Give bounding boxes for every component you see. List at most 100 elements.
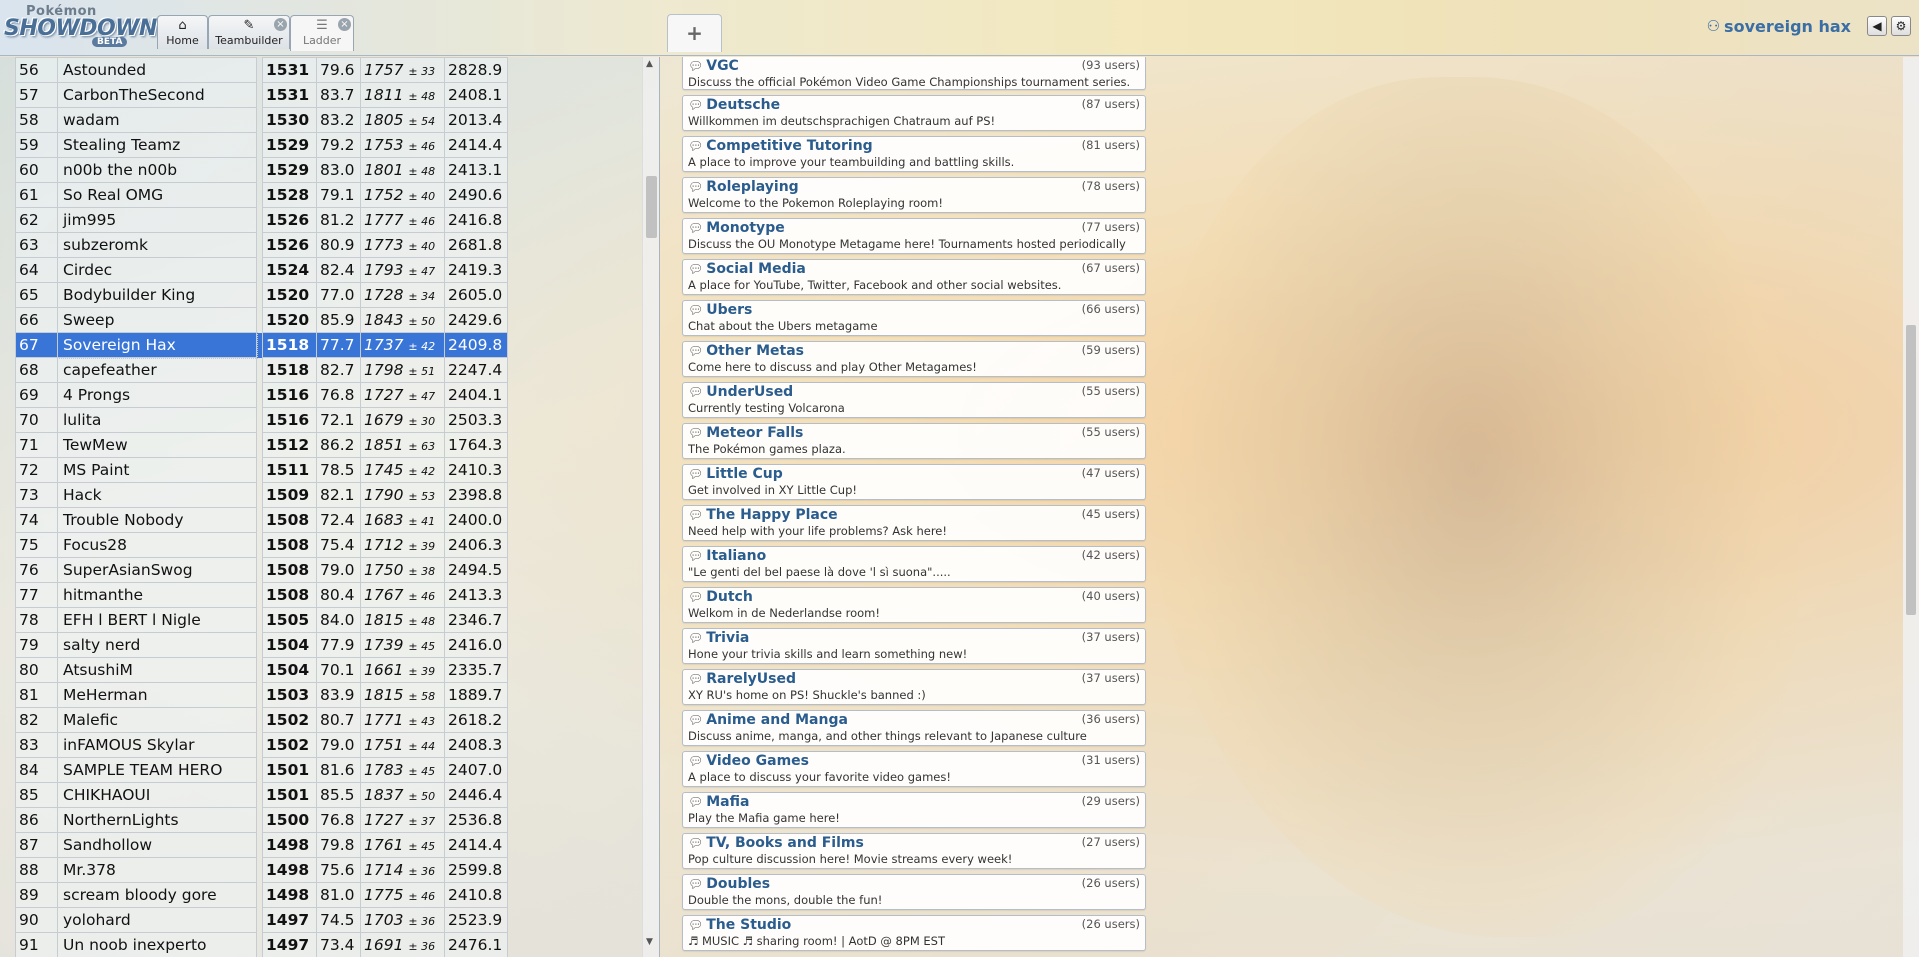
scrollbar-thumb[interactable]: [1906, 325, 1916, 615]
ladder-row[interactable]: 80 AtsushiM 1504 70.1 1661 ± 39 2335.7: [15, 657, 508, 683]
room-name[interactable]: 💬︎ Ubers: [688, 302, 1140, 319]
scrollbar-thumb[interactable]: [646, 176, 657, 238]
ladder-player-name[interactable]: 4 Prongs: [57, 382, 257, 408]
ladder-player-name[interactable]: capefeather: [57, 357, 257, 383]
ladder-player-name[interactable]: jim995: [57, 207, 257, 233]
room-name[interactable]: 💬︎ Other Metas: [688, 343, 1140, 360]
ladder-player-name[interactable]: Astounded: [57, 57, 257, 83]
room-entry[interactable]: 💬︎ Meteor Falls (55 users) The Pokémon game…: [682, 423, 1146, 459]
sound-icon[interactable]: ◀: [1867, 16, 1887, 36]
room-name[interactable]: 💬︎ Dutch: [688, 589, 1140, 606]
room-name[interactable]: 💬︎ Meteor Falls: [688, 425, 1140, 442]
room-entry[interactable]: 💬︎ Dutch (40 users) Welkom in de Nederlands…: [682, 587, 1146, 623]
room-name[interactable]: 💬︎ Video Games: [688, 753, 1140, 770]
ladder-player-name[interactable]: yolohard: [57, 907, 257, 933]
tab-teambuilder[interactable]: ✎ Teambuilder ×: [208, 15, 290, 49]
room-name[interactable]: 💬︎ Little Cup: [688, 466, 1140, 483]
room-name[interactable]: 💬︎ The Studio: [688, 917, 1140, 934]
ladder-player-name[interactable]: hitmanthe: [57, 582, 257, 608]
ladder-row[interactable]: 90 yolohard 1497 74.5 1703 ± 36 2523.9: [15, 907, 508, 933]
ladder-player-name[interactable]: MeHerman: [57, 682, 257, 708]
ladder-row[interactable]: 72 MS Paint 1511 78.5 1745 ± 42 2410.3: [15, 457, 508, 483]
room-entry[interactable]: 💬︎ Anime and Manga (36 users) Discuss anime…: [682, 710, 1146, 746]
ladder-row[interactable]: 85 CHIKHAOUI 1501 85.5 1837 ± 50 2446.4: [15, 782, 508, 808]
ladder-row[interactable]: 71 TewMew 1512 86.2 1851 ± 63 1764.3: [15, 432, 508, 458]
ladder-player-name[interactable]: SuperAsianSwog: [57, 557, 257, 583]
ladder-player-name[interactable]: scream bloody gore: [57, 882, 257, 908]
ladder-player-name[interactable]: Focus28: [57, 532, 257, 558]
room-entry[interactable]: 💬︎ Competitive Tutoring (81 users) A place …: [682, 136, 1146, 172]
scroll-down-icon[interactable]: ▼: [646, 937, 653, 947]
ladder-player-name[interactable]: subzeromk: [57, 232, 257, 258]
tab-ladder[interactable]: ☰ Ladder ×: [290, 15, 354, 51]
ladder-player-name[interactable]: wadam: [57, 107, 257, 133]
room-entry[interactable]: 💬︎ Deutsche (87 users) Willkommen im deutsc…: [682, 95, 1146, 131]
room-name[interactable]: 💬︎ Italiano: [688, 548, 1140, 565]
ladder-player-name[interactable]: So Real OMG: [57, 182, 257, 208]
ladder-player-name[interactable]: Sovereign Hax: [56, 331, 258, 359]
ladder-row[interactable]: 59 Stealing Teamz 1529 79.2 1753 ± 46 2414.4: [15, 132, 508, 158]
ladder-row[interactable]: 61 So Real OMG 1528 79.1 1752 ± 40 2490.6: [15, 182, 508, 208]
ladder-player-name[interactable]: Mr.378: [57, 857, 257, 883]
ladder-player-name[interactable]: Cirdec: [57, 257, 257, 283]
room-entry[interactable]: 💬︎ Video Games (31 users) A place to discus…: [682, 751, 1146, 787]
ladder-row[interactable]: 69 4 Prongs 1516 76.8 1727 ± 47 2404.1: [15, 382, 508, 408]
ladder-row[interactable]: 84 SAMPLE TEAM HERO 1501 81.6 1783 ± 45 2407.…: [15, 757, 508, 783]
room-name[interactable]: 💬︎ TV, Books and Films: [688, 835, 1140, 852]
room-name[interactable]: 💬︎ Trivia: [688, 630, 1140, 647]
ladder-player-name[interactable]: MS Paint: [57, 457, 257, 483]
room-entry[interactable]: 💬︎ The Studio (26 users) ♬ MUSIC ♬ sharing …: [682, 915, 1146, 951]
ladder-player-name[interactable]: SAMPLE TEAM HERO: [57, 757, 257, 783]
room-name[interactable]: 💬︎ Social Media: [688, 261, 1140, 278]
ladder-row[interactable]: 76 SuperAsianSwog 1508 79.0 1750 ± 38 2494.5: [15, 557, 508, 583]
scroll-up-icon[interactable]: ▲: [646, 59, 653, 69]
ladder-row[interactable]: 91 Un noob inexperto 1497 73.4 1691 ± 36 2476…: [15, 932, 508, 957]
ladder-row[interactable]: 77 hitmanthe 1508 80.4 1767 ± 46 2413.3: [15, 582, 508, 608]
room-name[interactable]: 💬︎ UnderUsed: [688, 384, 1140, 401]
ladder-player-name[interactable]: CHIKHAOUI: [57, 782, 257, 808]
ladder-player-name[interactable]: Malefic: [57, 707, 257, 733]
tab-home[interactable]: ⌂ Home: [157, 15, 208, 49]
ladder-row[interactable]: 66 Sweep 1520 85.9 1843 ± 50 2429.6: [15, 307, 508, 333]
ladder-player-name[interactable]: AtsushiM: [57, 657, 257, 683]
ladder-row[interactable]: 87 Sandhollow 1498 79.8 1761 ± 45 2414.4: [15, 832, 508, 858]
ladder-row[interactable]: 60 n00b the n00b 1529 83.0 1801 ± 48 2413.1: [15, 157, 508, 183]
ladder-row[interactable]: 58 wadam 1530 83.2 1805 ± 54 2013.4: [15, 107, 508, 133]
ladder-row[interactable]: 65 Bodybuilder King 1520 77.0 1728 ± 34 2605.…: [15, 282, 508, 308]
room-name[interactable]: 💬︎ Monotype: [688, 220, 1140, 237]
room-entry[interactable]: 💬︎ Doubles (26 users) Double the mons, doub…: [682, 874, 1146, 910]
ladder-scrollbar[interactable]: ▲ ▼: [642, 57, 659, 957]
room-entry[interactable]: 💬︎ VGC (93 users) Discuss the official Poké…: [682, 57, 1146, 90]
room-entry[interactable]: 💬︎ Little Cup (47 users) Get involved in XY…: [682, 464, 1146, 500]
ladder-row[interactable]: 82 Malefic 1502 80.7 1771 ± 43 2618.2: [15, 707, 508, 733]
ladder-player-name[interactable]: lulita: [57, 407, 257, 433]
ladder-player-name[interactable]: n00b the n00b: [57, 157, 257, 183]
room-name[interactable]: 💬︎ Mafia: [688, 794, 1140, 811]
ladder-row[interactable]: 62 jim995 1526 81.2 1777 ± 46 2416.8: [15, 207, 508, 233]
room-name[interactable]: 💬︎ VGC: [688, 58, 1140, 75]
ladder-row[interactable]: 78 EFH l BERT l Nigle 1505 84.0 1815 ± 48 234…: [15, 607, 508, 633]
room-entry[interactable]: 💬︎ TV, Books and Films (27 users) Pop cultu…: [682, 833, 1146, 869]
ladder-row[interactable]: 81 MeHerman 1503 83.9 1815 ± 58 1889.7: [15, 682, 508, 708]
room-entry[interactable]: 💬︎ Mafia (29 users) Play the Mafia game her…: [682, 792, 1146, 828]
ladder-player-name[interactable]: NorthernLights: [57, 807, 257, 833]
new-tab-button[interactable]: +: [667, 14, 722, 52]
ladder-row[interactable]: 89 scream bloody gore 1498 81.0 1775 ± 46 241…: [15, 882, 508, 908]
ladder-player-name[interactable]: salty nerd: [57, 632, 257, 658]
room-entry[interactable]: 💬︎ UnderUsed (55 users) Currently testing V…: [682, 382, 1146, 418]
room-name[interactable]: 💬︎ Competitive Tutoring: [688, 138, 1140, 155]
ladder-row[interactable]: 57 CarbonTheSecond 1531 83.7 1811 ± 48 2408.1: [15, 82, 508, 108]
room-entry[interactable]: 💬︎ Social Media (67 users) A place for YouT…: [682, 259, 1146, 295]
showdown-logo[interactable]: Pokémon SHOWDOWN BETA: [4, 4, 157, 50]
ladder-row[interactable]: 74 Trouble Nobody 1508 72.4 1683 ± 41 2400.0: [15, 507, 508, 533]
username-button[interactable]: sovereign hax: [1724, 17, 1851, 36]
ladder-player-name[interactable]: CarbonTheSecond: [57, 82, 257, 108]
room-name[interactable]: 💬︎ The Happy Place: [688, 507, 1140, 524]
close-icon[interactable]: ×: [274, 18, 287, 31]
room-name[interactable]: 💬︎ Doubles: [688, 876, 1140, 893]
room-name[interactable]: 💬︎ Deutsche: [688, 97, 1140, 114]
gear-icon[interactable]: ⚙: [1891, 16, 1911, 36]
room-entry[interactable]: 💬︎ Italiano (42 users) "Le genti del bel pa…: [682, 546, 1146, 582]
ladder-row[interactable]: 56 Astounded 1531 79.6 1757 ± 33 2828.9: [15, 57, 508, 83]
ladder-row[interactable]: 86 NorthernLights 1500 76.8 1727 ± 37 2536.8: [15, 807, 508, 833]
